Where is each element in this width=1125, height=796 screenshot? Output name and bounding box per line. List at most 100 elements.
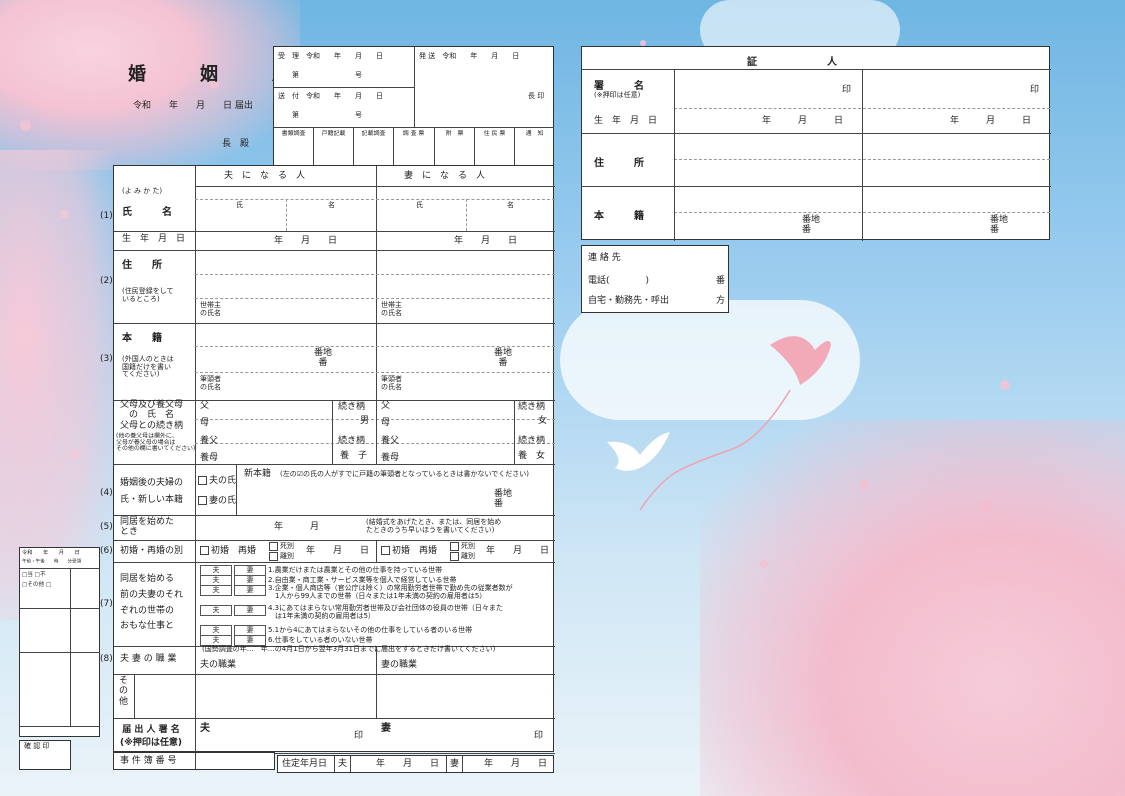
residence-date-label: 住定年月日 xyxy=(282,759,328,769)
address-label: 住 所 xyxy=(122,260,162,271)
res-wife: 妻 xyxy=(450,759,460,769)
receipt-box: 受 理 令和 年 月 日 第 号 送 付 令和 年 月 日 第 号 発 送 令和… xyxy=(273,46,554,166)
father-w[interactable]: 父 xyxy=(381,401,390,411)
remarriage-date-h[interactable]: 年 月 日 xyxy=(306,546,369,556)
witness-address-label: 住 所 xyxy=(594,158,644,169)
relation-h: 続き柄 xyxy=(338,402,366,412)
row-num-5: (5) xyxy=(100,522,113,532)
checkbox[interactable] xyxy=(198,496,207,505)
check-cell[interactable]: 記載調査 xyxy=(354,127,395,165)
witness2-birth[interactable]: 年 月 日 xyxy=(950,116,1031,126)
sign-wife-seal[interactable]: 印 xyxy=(534,731,543,741)
ad-relation-w-value[interactable]: 養 女 xyxy=(518,451,545,461)
ad-father-h[interactable]: 養父 xyxy=(200,436,218,446)
slip-head[interactable]: 令和 年 月 日 xyxy=(22,549,80,556)
first-marriage-h[interactable]: 初婚 再婚 xyxy=(200,546,256,556)
first-marriage-w[interactable]: 初婚 再婚 xyxy=(381,546,437,556)
birth-date-w[interactable]: 年 月 日 xyxy=(454,236,517,246)
relation-h-value[interactable]: 男 xyxy=(360,416,369,426)
other-label: そ の 他 xyxy=(119,676,129,707)
cohab-date[interactable]: 年 月 xyxy=(274,522,319,532)
other-field[interactable] xyxy=(136,676,554,716)
contact-label: 連 絡 先 xyxy=(588,253,621,263)
witness-honseki-label: 本 籍 xyxy=(594,211,644,222)
ad-father-w[interactable]: 養父 xyxy=(381,436,399,446)
job-label: 夫 妻 の 職 業 xyxy=(120,654,177,664)
witness-box: 証 人 署 名 (※押印は任意) 印 印 生 年 月 日 年 月 日 年 月 日… xyxy=(581,46,1051,241)
slip-row[interactable]: □当 □不 xyxy=(22,571,46,578)
contact-place[interactable]: 自宅・勤務先・呼出 xyxy=(588,296,669,306)
mother-h[interactable]: 母 xyxy=(200,418,209,428)
husband-header: 夫 に な る 人 xyxy=(224,171,306,181)
birth-date-h[interactable]: 年 月 日 xyxy=(274,236,337,246)
checkbox[interactable] xyxy=(200,546,209,555)
surname-label: 婚姻後の夫婦の 氏・新しい本籍 xyxy=(120,478,184,506)
mother-w[interactable]: 母 xyxy=(381,418,390,428)
check-cell[interactable]: 調 査 票 xyxy=(394,127,435,165)
relation-w: 続き柄 xyxy=(518,402,546,412)
check-cell[interactable]: 戸籍記載 xyxy=(314,127,355,165)
banchi-w: 番地 番 xyxy=(494,348,513,369)
new-honseki-note: (左の☑の氏の人がすでに戸籍の筆頭者となっているときは書かないでください) xyxy=(280,470,530,478)
sign-wife-label: 妻 xyxy=(381,723,391,734)
slip-row[interactable]: □その他 □ xyxy=(22,581,51,588)
row-num-2: (2) xyxy=(100,276,113,286)
witness-title: 証 人 xyxy=(747,57,837,68)
checkbox[interactable] xyxy=(381,546,390,555)
receive-date[interactable]: 受 理 令和 年 月 日 xyxy=(278,52,383,61)
work-label: 同居を始める 前の夫妻のそれ ぞれの世帯の おもな仕事と xyxy=(120,574,184,632)
husband-job[interactable]: 夫の職業 xyxy=(200,660,236,670)
work-option[interactable]: 夫妻 6.仕事をしている者のいない世帯 xyxy=(200,635,513,646)
ad-relation-h-value[interactable]: 養 子 xyxy=(340,451,367,461)
res-wife-date[interactable]: 年 月 日 xyxy=(484,759,547,769)
wife-header: 妻 に な る 人 xyxy=(404,171,486,181)
death-divorce-w[interactable]: 死別 離別 xyxy=(450,541,475,561)
ribbon-string xyxy=(639,389,791,511)
contact-phone[interactable]: 電話( ) xyxy=(588,276,649,286)
father-h[interactable]: 父 xyxy=(200,401,209,411)
dispatch-date[interactable]: 発 送 令和 年 月 日 xyxy=(419,52,519,61)
checkbox[interactable] xyxy=(198,476,207,485)
witness1-seal[interactable]: 印 xyxy=(842,85,851,95)
sign-husband-seal[interactable]: 印 xyxy=(354,731,363,741)
check-row: 書類調査 戸籍記載 記載調査 調 査 票 附 票 住 民 票 通 知 xyxy=(274,127,554,165)
filing-date[interactable]: 令和 年 月 日 届出 xyxy=(133,101,253,111)
confirm-seal-box: 確 認 印 xyxy=(19,740,71,770)
householder-h: 世帯主 の氏名 xyxy=(200,301,221,317)
receive-number[interactable]: 第 号 xyxy=(292,71,362,80)
addressee[interactable]: 長 殿 xyxy=(222,139,249,149)
given-name-w: 名 xyxy=(507,201,514,209)
marriage-kind-label: 初婚・再婚の別 xyxy=(120,546,184,556)
address-note: (住民登録をして いるところ) xyxy=(122,287,174,303)
check-cell[interactable]: 通 知 xyxy=(515,127,554,165)
death-divorce-h[interactable]: 死別 離別 xyxy=(269,541,294,561)
opt-wife-surname[interactable]: 妻の氏 xyxy=(198,496,236,506)
relation-w-value[interactable]: 女 xyxy=(538,416,547,426)
work-option[interactable]: 夫妻 3.企業・個人商店等（官公庁は除く）の常用勤労者世帯で勤め先の従業者数が 1… xyxy=(200,584,513,605)
witness2-seal[interactable]: 印 xyxy=(1030,85,1039,95)
ad-mother-h[interactable]: 養母 xyxy=(200,453,218,463)
work-option[interactable]: 夫妻 5.1から4にあてはまらないその他の仕事をしている者のいる世帯 xyxy=(200,625,513,636)
witness1-banchi: 番地 番 xyxy=(802,215,821,236)
work-option[interactable]: 夫妻 4.3にあてはまらない常用勤労者世帯及び会社団体の役員の世帯（日々また は1… xyxy=(200,604,513,625)
ad-mother-w[interactable]: 養母 xyxy=(381,453,399,463)
res-husband-date[interactable]: 年 月 日 xyxy=(376,759,439,769)
case-number-row: 事 件 簿 番 号 xyxy=(113,752,275,770)
wife-job[interactable]: 妻の職業 xyxy=(381,660,417,670)
work-option[interactable]: 夫妻 1.農業だけまたは農業とその他の仕事を持っている世帯 xyxy=(200,565,513,576)
check-cell[interactable]: 附 票 xyxy=(435,127,475,165)
slip-sub: 午前・午後 時 分受領 xyxy=(22,558,82,564)
hittosha-h: 筆頭者 の氏名 xyxy=(200,375,221,391)
send-date[interactable]: 送 付 令和 年 月 日 xyxy=(278,92,383,101)
send-number[interactable]: 第 号 xyxy=(292,111,362,120)
family-name-w: 氏 xyxy=(416,201,423,209)
check-cell[interactable]: 書類調査 xyxy=(274,127,315,165)
opt-husband-surname[interactable]: 夫の氏 xyxy=(198,476,236,486)
check-cell[interactable]: 住 民 票 xyxy=(475,127,515,165)
witness1-birth[interactable]: 年 月 日 xyxy=(762,116,843,126)
census-note: (国勢調査の年… 年…の4月1日から翌年3月31日までに届出をするときだけ書いて… xyxy=(202,645,496,653)
row-num-1: (1) xyxy=(100,211,113,221)
row-num-3: (3) xyxy=(100,354,113,364)
contact-ban: 番 xyxy=(716,276,726,286)
remarriage-date-w[interactable]: 年 月 日 xyxy=(486,546,549,556)
